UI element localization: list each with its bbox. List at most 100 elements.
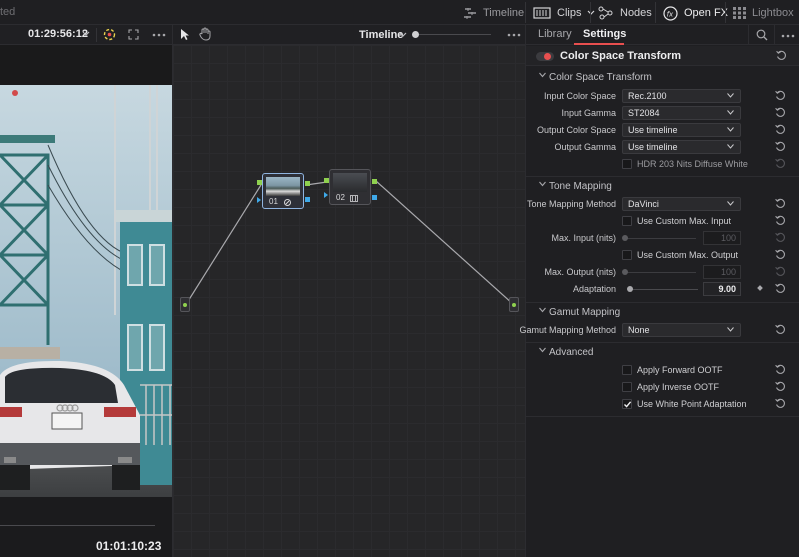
reset-icon[interactable] — [775, 90, 786, 101]
max-output-value-field[interactable]: 100 — [703, 265, 741, 279]
more-options-icon[interactable] — [781, 34, 795, 38]
node-02-rgb-output[interactable] — [372, 179, 377, 184]
toolbar-divider — [725, 2, 726, 23]
reset-icon[interactable] — [775, 364, 786, 375]
reset-icon[interactable] — [776, 50, 787, 61]
hand-tool-icon[interactable] — [199, 27, 212, 41]
chevron-down-icon[interactable] — [399, 32, 407, 38]
output-color-space-dropdown[interactable]: Use timeline — [622, 123, 741, 137]
node-01-rgb-output[interactable] — [305, 181, 310, 186]
color-picker-icon[interactable] — [102, 27, 117, 42]
openfx-toggle[interactable]: fx Open FX — [663, 4, 728, 22]
viewer-header: 01:29:56:12 — [0, 25, 172, 45]
reset-icon[interactable] — [775, 107, 786, 118]
source-input-node[interactable] — [180, 297, 190, 312]
gamut-mapping-method-dropdown[interactable]: None — [622, 323, 741, 337]
node-02-key-output[interactable] — [372, 195, 377, 200]
timeline-toggle[interactable]: Timeline — [463, 4, 524, 22]
node-label: 02 — [336, 193, 345, 202]
max-input-value-field[interactable]: 100 — [703, 231, 741, 245]
more-options-icon[interactable] — [507, 33, 521, 37]
node-01-rgb-input[interactable] — [257, 180, 262, 185]
viewer-letterbox — [0, 45, 172, 85]
reset-icon[interactable] — [775, 283, 786, 294]
max-input-slider-knob[interactable] — [622, 235, 628, 241]
playhead-timecode: 01:01:10:23 — [96, 539, 162, 553]
max-input-slider-track[interactable] — [624, 238, 696, 239]
search-icon[interactable] — [756, 29, 768, 41]
pointer-tool-icon[interactable] — [180, 28, 190, 41]
section-tone-mapping[interactable]: Tone Mapping — [526, 178, 799, 196]
clips-icon — [533, 7, 551, 19]
reset-icon[interactable] — [775, 198, 786, 209]
apply-forward-ootf-row: Apply Forward OOTF — [526, 362, 799, 379]
fullscreen-icon[interactable] — [128, 29, 139, 40]
adaptation-value-field[interactable]: 9.00 — [703, 282, 741, 296]
chevron-down-icon[interactable] — [82, 31, 90, 37]
output-gamma-dropdown[interactable]: Use timeline — [622, 140, 741, 154]
node-connections — [184, 180, 514, 307]
apply-inverse-ootf-checkbox[interactable] — [622, 382, 632, 392]
reset-icon[interactable] — [775, 232, 786, 243]
reset-icon[interactable] — [775, 124, 786, 135]
viewer-image[interactable] — [0, 85, 172, 497]
viewer-timecode[interactable]: 01:29:56:12 — [28, 28, 88, 40]
nodes-toggle[interactable]: Nodes — [598, 4, 652, 22]
lightbox-toggle[interactable]: Lightbox — [733, 4, 794, 22]
zoom-slider-track[interactable] — [415, 34, 491, 35]
effect-enable-toggle[interactable] — [536, 52, 554, 61]
field-label: Max. Output (nits) — [544, 267, 616, 277]
white-point-adaptation-checkbox[interactable] — [622, 399, 632, 409]
corrector-node-02[interactable]: 02 — [329, 169, 371, 205]
node-graph-canvas[interactable]: 01 02 — [172, 45, 525, 557]
input-gamma-dropdown[interactable]: ST2084 — [622, 106, 741, 120]
hdr-diffuse-white-checkbox[interactable] — [622, 159, 632, 169]
reset-icon[interactable] — [775, 324, 786, 335]
input-color-space-dropdown[interactable]: Rec.2100 — [622, 89, 741, 103]
section-title: Advanced — [549, 347, 594, 358]
use-custom-max-output-checkbox[interactable] — [622, 250, 632, 260]
nodes-toggle-label: Nodes — [620, 7, 652, 19]
section-gamut-mapping[interactable]: Gamut Mapping — [526, 304, 799, 322]
tab-library[interactable]: Library — [538, 28, 572, 40]
reset-icon[interactable] — [775, 249, 786, 260]
section-advanced[interactable]: Advanced — [526, 344, 799, 362]
node-01-key-input[interactable] — [257, 197, 261, 203]
reset-icon[interactable] — [775, 215, 786, 226]
use-custom-max-output-row: Use Custom Max. Output — [526, 247, 799, 264]
output-color-space-row: Output Color Space Use timeline — [526, 122, 799, 139]
more-options-icon[interactable] — [152, 33, 166, 37]
chevron-down-icon — [588, 10, 595, 15]
node-02-key-input[interactable] — [324, 192, 328, 198]
reset-icon[interactable] — [775, 158, 786, 169]
reset-icon[interactable] — [775, 381, 786, 392]
timeline-toggle-label: Timeline — [483, 7, 525, 19]
output-node[interactable] — [509, 297, 519, 312]
tone-mapping-method-dropdown[interactable]: DaVinci — [622, 197, 741, 211]
lightbox-toggle-label: Lightbox — [752, 7, 794, 19]
chevron-down-icon — [727, 201, 734, 206]
adaptation-slider-track[interactable] — [630, 289, 698, 290]
keyframe-diamond-icon[interactable] — [757, 285, 763, 291]
dropdown-value: DaVinci — [628, 199, 659, 209]
chevron-down-icon — [539, 181, 546, 187]
scrubber-bar[interactable] — [0, 525, 155, 526]
max-output-slider-knob[interactable] — [622, 269, 628, 275]
reset-icon[interactable] — [775, 141, 786, 152]
adaptation-slider-knob[interactable] — [627, 286, 633, 292]
zoom-slider-knob[interactable] — [412, 31, 419, 38]
reset-icon[interactable] — [775, 266, 786, 277]
apply-forward-ootf-checkbox[interactable] — [622, 365, 632, 375]
use-custom-max-input-checkbox[interactable] — [622, 216, 632, 226]
node-02-rgb-input[interactable] — [324, 178, 329, 183]
max-output-slider-track[interactable] — [624, 272, 696, 273]
checkbox-label: Apply Inverse OOTF — [637, 382, 720, 392]
section-color-space-transform[interactable]: Color Space Transform — [526, 69, 799, 87]
node-mode-label[interactable]: Timeline — [359, 29, 403, 41]
corrector-node-01[interactable]: 01 — [262, 173, 304, 209]
reset-icon[interactable] — [775, 398, 786, 409]
clips-toggle[interactable]: Clips — [533, 4, 595, 22]
dropdown-value: ST2084 — [628, 108, 660, 118]
node-01-key-output[interactable] — [305, 197, 310, 202]
tab-settings[interactable]: Settings — [583, 28, 626, 40]
